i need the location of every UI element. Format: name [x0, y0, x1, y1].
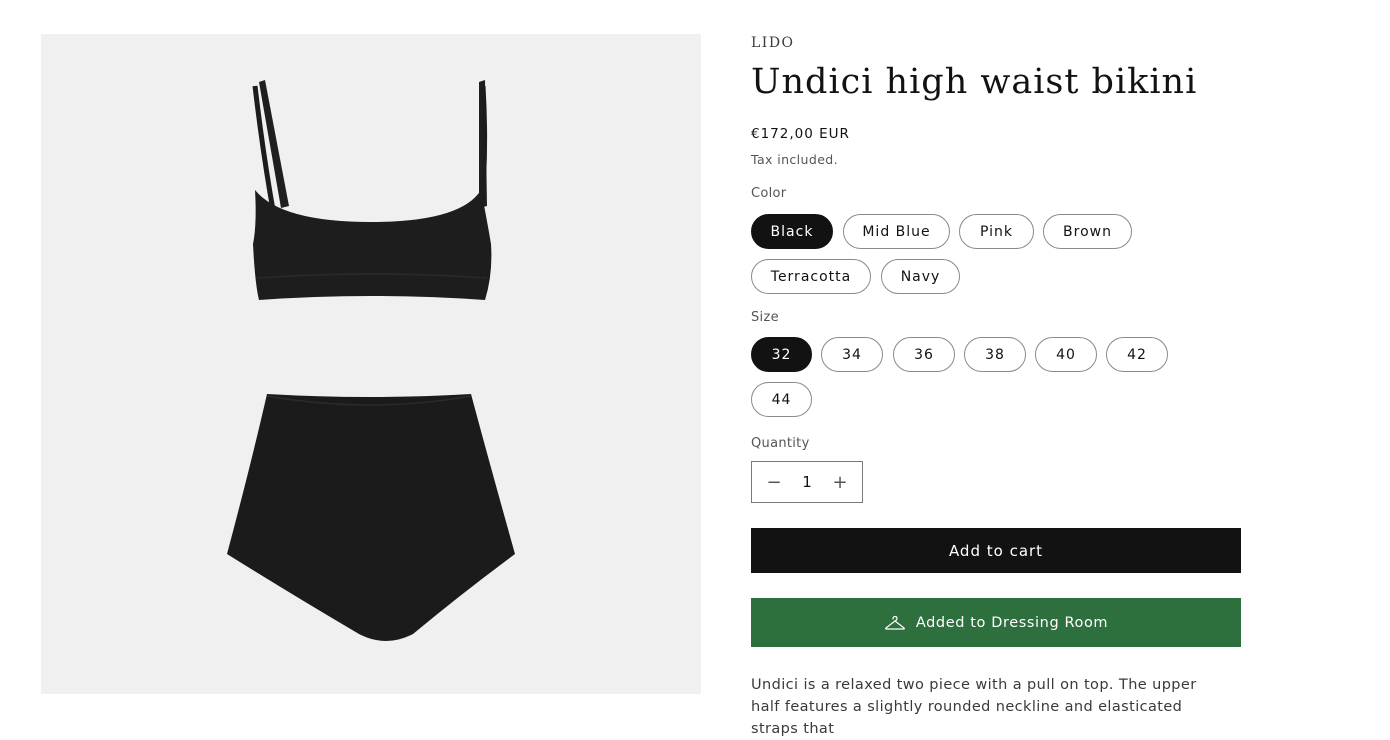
size-option-42[interactable]: 42 [1106, 337, 1168, 372]
quantity-input[interactable]: 1 [802, 473, 812, 491]
color-option-black[interactable]: Black [751, 214, 833, 249]
add-to-cart-button[interactable]: Add to cart [751, 528, 1241, 573]
bikini-illustration [227, 80, 515, 641]
product-title: Undici high waist bikini [751, 62, 1198, 102]
quantity-decrease-button[interactable]: − [752, 462, 796, 502]
quantity-increase-button[interactable]: + [818, 462, 862, 502]
dressing-room-label: Added to Dressing Room [915, 614, 1109, 631]
size-label: Size [751, 310, 779, 325]
size-option-44[interactable]: 44 [751, 382, 812, 417]
quantity-stepper: − 1 + [751, 461, 863, 503]
tax-note: Tax included. [751, 152, 838, 167]
size-option-34[interactable]: 34 [821, 337, 883, 372]
size-option-38[interactable]: 38 [964, 337, 1026, 372]
color-option-brown[interactable]: Brown [1043, 214, 1132, 249]
size-option-36[interactable]: 36 [893, 337, 955, 372]
product-image[interactable] [41, 34, 701, 694]
size-option-32[interactable]: 32 [751, 337, 812, 372]
size-option-40[interactable]: 40 [1035, 337, 1097, 372]
product-description: Undici is a relaxed two piece with a pul… [751, 677, 1197, 737]
product-price: €172,00 EUR [751, 126, 850, 142]
color-label: Color [751, 186, 787, 201]
color-option-mid-blue[interactable]: Mid Blue [843, 214, 950, 249]
quantity-label: Quantity [751, 436, 810, 451]
dressing-room-button[interactable]: Added to Dressing Room [751, 598, 1241, 647]
color-option-terracotta[interactable]: Terracotta [751, 259, 871, 294]
product-vendor: LIDO [751, 35, 795, 51]
color-option-pink[interactable]: Pink [959, 214, 1034, 249]
color-option-navy[interactable]: Navy [881, 259, 960, 294]
hanger-icon [884, 615, 905, 630]
